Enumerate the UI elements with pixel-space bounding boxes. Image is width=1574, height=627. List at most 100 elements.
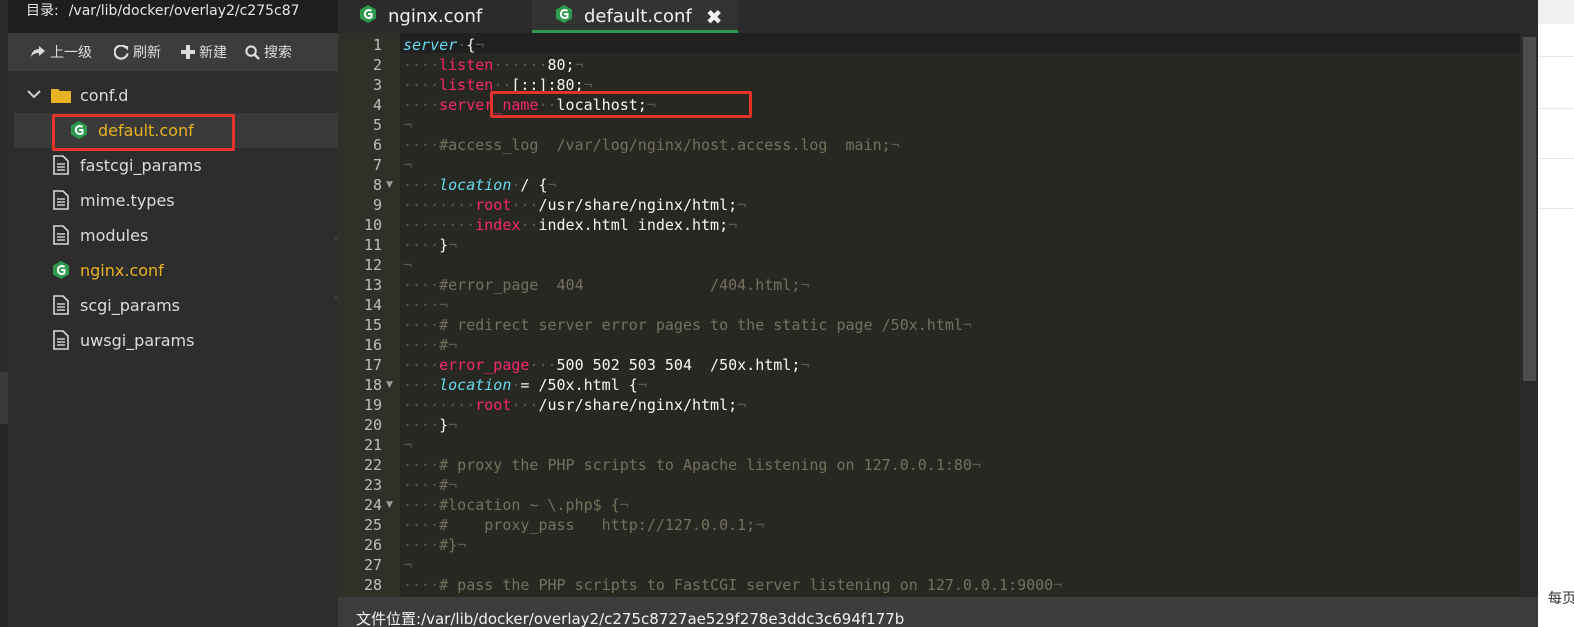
fold-arrow-icon[interactable]: ▼	[386, 175, 393, 195]
tree-item-label: fastcgi_params	[80, 155, 202, 175]
line-number: 7	[372, 156, 382, 174]
fold-arrow-icon[interactable]: ▼	[386, 495, 393, 515]
line-number: 13	[363, 276, 382, 294]
code-line: ····# proxy_pass http://127.0.0.1;¬	[403, 516, 765, 534]
new-button[interactable]: 新建	[181, 33, 227, 71]
code-line: ····listen······80;¬	[403, 56, 584, 74]
nginx-file-icon	[358, 4, 378, 29]
line-number: 27	[363, 556, 382, 574]
line-number: 15	[363, 316, 382, 334]
search-button[interactable]: 搜索	[245, 33, 292, 71]
highlight-box-default-conf	[52, 114, 235, 151]
tab-label: default.conf	[584, 6, 692, 27]
line-number: 17	[363, 356, 382, 374]
file-icon	[50, 224, 72, 246]
tab-label: nginx.conf	[388, 6, 483, 27]
code-line: ¬	[403, 116, 413, 134]
tree-item-label: modules	[80, 225, 149, 245]
line-number: 3	[372, 76, 382, 94]
code-line: ········root···/usr/share/nginx/html;¬	[403, 196, 747, 214]
line-number: 5	[372, 116, 382, 134]
directory-label: 目录:	[26, 3, 59, 19]
up-level-button[interactable]: 上一级	[30, 33, 92, 71]
line-number: 26	[363, 536, 382, 554]
code-line: ¬	[403, 556, 413, 574]
line-number: 1	[372, 36, 382, 54]
line-number: 28	[363, 576, 382, 594]
code-line: ········index··index.html index.htm;¬	[403, 216, 738, 234]
file-location-path: /var/lib/docker/overlay2/c275c8727ae529f…	[421, 610, 905, 627]
line-number: 25	[363, 516, 382, 534]
line-number: 22	[363, 456, 382, 474]
tree-item-scgi-params[interactable]: scgi_params	[50, 288, 180, 322]
code-line: ¬	[403, 256, 413, 274]
line-number: 16	[363, 336, 382, 354]
refresh-button[interactable]: 刷新	[114, 33, 161, 71]
highlight-box-server-name	[490, 91, 752, 118]
file-icon	[50, 189, 72, 211]
code-line: ····# pass the PHP scripts to FastCGI se…	[403, 576, 1063, 594]
code-line: server·{¬	[403, 36, 485, 54]
code-line: ¬	[403, 156, 413, 174]
tree-item-nginx-conf[interactable]: nginx.conf	[50, 253, 164, 287]
tree-item-fastcgi-params[interactable]: fastcgi_params	[50, 148, 202, 182]
tree-item-uwsgi-params[interactable]: uwsgi_params	[50, 323, 194, 357]
editor-tab-bar: nginx.conf default.conf ✖	[338, 0, 1538, 33]
tree-item-label: nginx.conf	[80, 260, 164, 280]
folder-icon	[50, 84, 72, 106]
line-number: 18	[363, 376, 382, 394]
code-content[interactable]: server·{¬ ····listen······80;¬ ····liste…	[400, 33, 1520, 597]
share-arrow-icon	[30, 45, 46, 59]
tree-item-conf-d[interactable]: conf.d	[26, 78, 128, 112]
line-number: 21	[363, 436, 382, 454]
code-line: ¬	[403, 436, 413, 454]
line-number: 23	[363, 476, 382, 494]
line-number: 2	[372, 56, 382, 74]
code-line: ····#¬	[403, 336, 458, 354]
left-edge	[0, 0, 8, 627]
scrollbar-thumb[interactable]	[1523, 37, 1536, 381]
line-number: 14	[363, 296, 382, 314]
code-line: ····# redirect server error pages to the…	[403, 316, 972, 334]
code-line: ····location·/ {¬	[403, 176, 557, 194]
file-location-label: 文件位置:	[356, 610, 422, 627]
line-number: 9	[372, 196, 382, 214]
code-line: ····#¬	[403, 476, 458, 494]
nginx-file-icon	[50, 259, 72, 281]
file-icon	[50, 294, 72, 316]
close-icon[interactable]: ✖	[706, 5, 723, 29]
search-icon	[245, 44, 260, 60]
tree-item-label: uwsgi_params	[80, 330, 195, 350]
line-number: 20	[363, 416, 382, 434]
line-number: 24	[363, 496, 382, 514]
file-location-bar: 文件位置:/var/lib/docker/overlay2/c275c8727a…	[338, 597, 1538, 627]
tree-item-modules[interactable]: modules	[50, 218, 148, 252]
code-line: ····#error_page 404 /404.html;¬	[403, 276, 810, 294]
background-page-strip: 每页	[1538, 0, 1574, 627]
code-line: ········root···/usr/share/nginx/html;¬	[403, 396, 747, 414]
directory-path: /var/lib/docker/overlay2/c275c87	[68, 3, 300, 19]
code-line: ····# proxy the PHP scripts to Apache li…	[403, 456, 981, 474]
line-number: 8	[372, 176, 382, 194]
tab-nginx-conf[interactable]: nginx.conf	[358, 0, 482, 33]
code-line: ····}¬	[403, 236, 458, 254]
nginx-file-icon	[554, 4, 574, 29]
code-editor[interactable]: 1 2 3 4 5 6 7 8 ▼ 9 10 11 12 13 14 15 16…	[338, 33, 1538, 597]
chevron-down-icon[interactable]	[26, 84, 42, 106]
active-line-highlight	[400, 33, 1520, 53]
line-number: 4	[372, 96, 382, 114]
directory-bar: 目录: /var/lib/docker/overlay2/c275c87	[8, 0, 338, 33]
refresh-icon	[114, 44, 129, 60]
tab-default-conf[interactable]: default.conf ✖	[532, 0, 738, 33]
tree-item-mime-types[interactable]: mime.types	[50, 183, 175, 217]
tree-item-label: conf.d	[80, 85, 129, 105]
tree-item-label: scgi_params	[80, 295, 180, 315]
code-line: ····#}¬	[403, 536, 467, 554]
code-line: ····#access_log /var/log/nginx/host.acce…	[403, 136, 900, 154]
line-number: 10	[363, 216, 382, 234]
vertical-scrollbar[interactable]	[1520, 33, 1538, 597]
line-number: 11	[363, 236, 382, 254]
file-icon	[50, 154, 72, 176]
fold-arrow-icon[interactable]: ▼	[386, 375, 393, 395]
code-line: ····location·= /50x.html {¬	[403, 376, 647, 394]
